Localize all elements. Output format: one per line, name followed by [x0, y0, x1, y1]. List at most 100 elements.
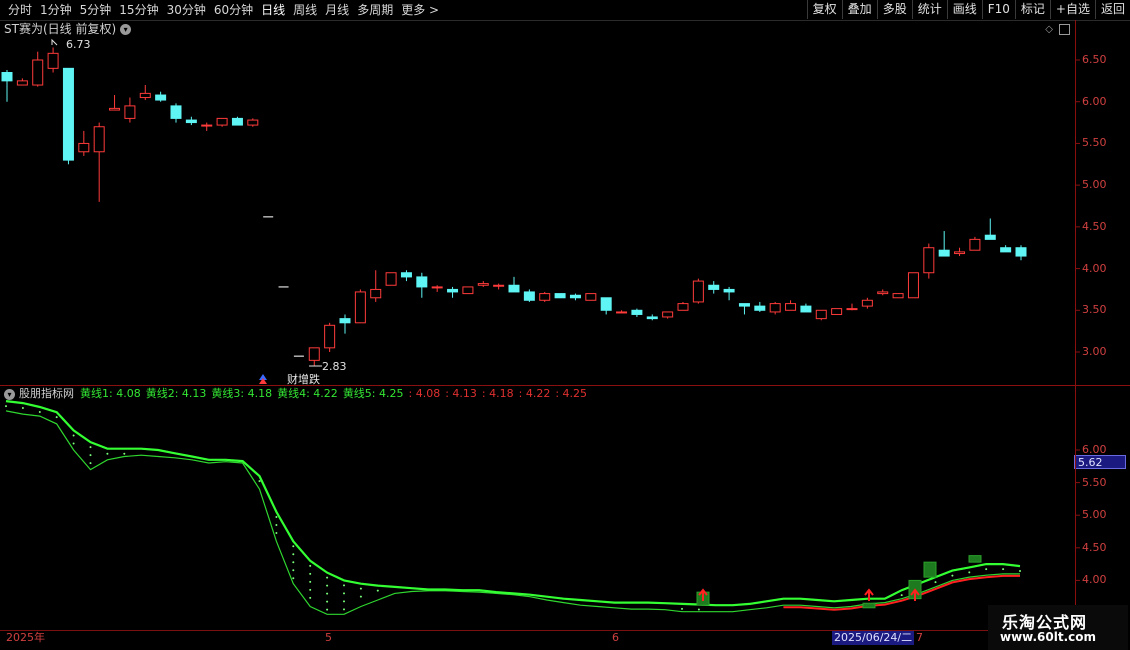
- candle-66: [1015, 247, 1027, 257]
- band-dot: [343, 584, 345, 587]
- signal-box-3: [923, 561, 937, 578]
- band-dot: [697, 608, 700, 611]
- candle-56: [861, 299, 873, 307]
- band-dot: [275, 523, 278, 526]
- band-dot: [343, 608, 345, 611]
- band-dot: [376, 589, 379, 592]
- candle-13: [201, 124, 213, 127]
- band-dot: [309, 580, 312, 583]
- candle-50: [769, 303, 781, 313]
- band-dot: [258, 480, 261, 483]
- band-dot: [968, 571, 971, 574]
- candle-35: [539, 293, 551, 301]
- band-dot: [89, 454, 92, 457]
- candle-38: [585, 293, 597, 301]
- date-label-year: 2025年: [6, 631, 45, 644]
- candle-10: [155, 94, 167, 101]
- indicator-upper-band: [5, 400, 1021, 607]
- band-dot: [326, 600, 329, 603]
- high-marker-icon: [51, 38, 58, 46]
- candle-14: [216, 117, 228, 126]
- high-price-label: 6.73: [66, 38, 91, 51]
- band-dot: [292, 553, 295, 556]
- band-dot: [900, 594, 903, 597]
- band-dot: [309, 564, 312, 567]
- band-dot: [292, 545, 295, 548]
- candle-51: [785, 303, 797, 311]
- chart-canvas[interactable]: [0, 0, 1130, 650]
- candle-39: [600, 297, 612, 311]
- candle-5: [78, 142, 90, 153]
- candle-1: [16, 80, 28, 86]
- candle-31: [477, 283, 489, 286]
- candle-61: [938, 249, 950, 257]
- band-dot: [1019, 570, 1021, 573]
- band-dot: [359, 595, 362, 598]
- band-dot: [326, 584, 329, 587]
- candle-58: [892, 293, 904, 299]
- candle-3: [47, 52, 59, 69]
- candle-6: [93, 126, 105, 153]
- date-highlight: 2025/06/24/二: [832, 631, 915, 645]
- band-dot: [326, 592, 329, 595]
- band-dot: [934, 581, 937, 584]
- band-dot: [55, 416, 58, 419]
- date-label-may: 5: [325, 631, 332, 644]
- candle-65: [1000, 247, 1012, 253]
- candle-32: [493, 284, 505, 287]
- candle-34: [523, 291, 535, 301]
- candle-54: [831, 308, 843, 315]
- candle-45: [692, 280, 704, 303]
- candle-59: [907, 272, 919, 299]
- candle-26: [400, 272, 412, 278]
- candle-24: [370, 288, 382, 299]
- band-dot: [123, 452, 126, 455]
- candle-60: [923, 247, 935, 274]
- band-dot: [326, 576, 329, 579]
- watermark-logo: 乐淘公式网 www.60lt.com: [988, 605, 1128, 650]
- candle-46: [708, 284, 720, 290]
- candle-43: [662, 311, 674, 318]
- candle-15: [231, 117, 243, 126]
- band-dot: [1002, 568, 1005, 571]
- band-dot: [89, 446, 92, 449]
- band-dot: [292, 577, 295, 580]
- candle-44: [677, 303, 689, 311]
- signal-box-1: [862, 602, 876, 609]
- band-dot: [89, 462, 92, 465]
- indicator-red-line: [783, 574, 1020, 611]
- band-dot: [5, 405, 7, 408]
- date-label-june: 6: [612, 631, 619, 644]
- band-dot: [951, 574, 954, 577]
- candle-22: [339, 318, 351, 324]
- band-dot: [38, 410, 41, 413]
- band-dot: [343, 592, 345, 595]
- candle-0: [1, 72, 13, 82]
- band-dot: [275, 515, 278, 518]
- band-dot: [275, 531, 278, 534]
- band-dot: [681, 607, 683, 610]
- candle-53: [815, 309, 827, 320]
- candle-62: [954, 251, 966, 255]
- band-dot: [72, 442, 75, 445]
- candle-7: [109, 107, 121, 111]
- candle-52: [800, 305, 812, 313]
- band-dot: [292, 561, 295, 564]
- candle-2: [32, 59, 44, 86]
- candle-57: [877, 291, 889, 295]
- band-dot: [72, 434, 75, 437]
- candle-20: [308, 347, 320, 361]
- candle-33: [508, 284, 520, 293]
- band-dot: [309, 596, 312, 599]
- candle-30: [462, 286, 474, 295]
- candle-49: [754, 305, 766, 311]
- low-price-label: 2.83: [322, 360, 347, 373]
- candle-11: [170, 105, 182, 119]
- candle-55: [846, 308, 858, 311]
- candle-63: [969, 238, 981, 251]
- date-axis: 2025年 5 6 2025/06/24/二 7: [0, 630, 1075, 645]
- band-dot: [326, 608, 329, 611]
- event-label: 财增跌: [287, 373, 320, 386]
- band-dot: [359, 587, 362, 590]
- candle-48: [738, 303, 750, 307]
